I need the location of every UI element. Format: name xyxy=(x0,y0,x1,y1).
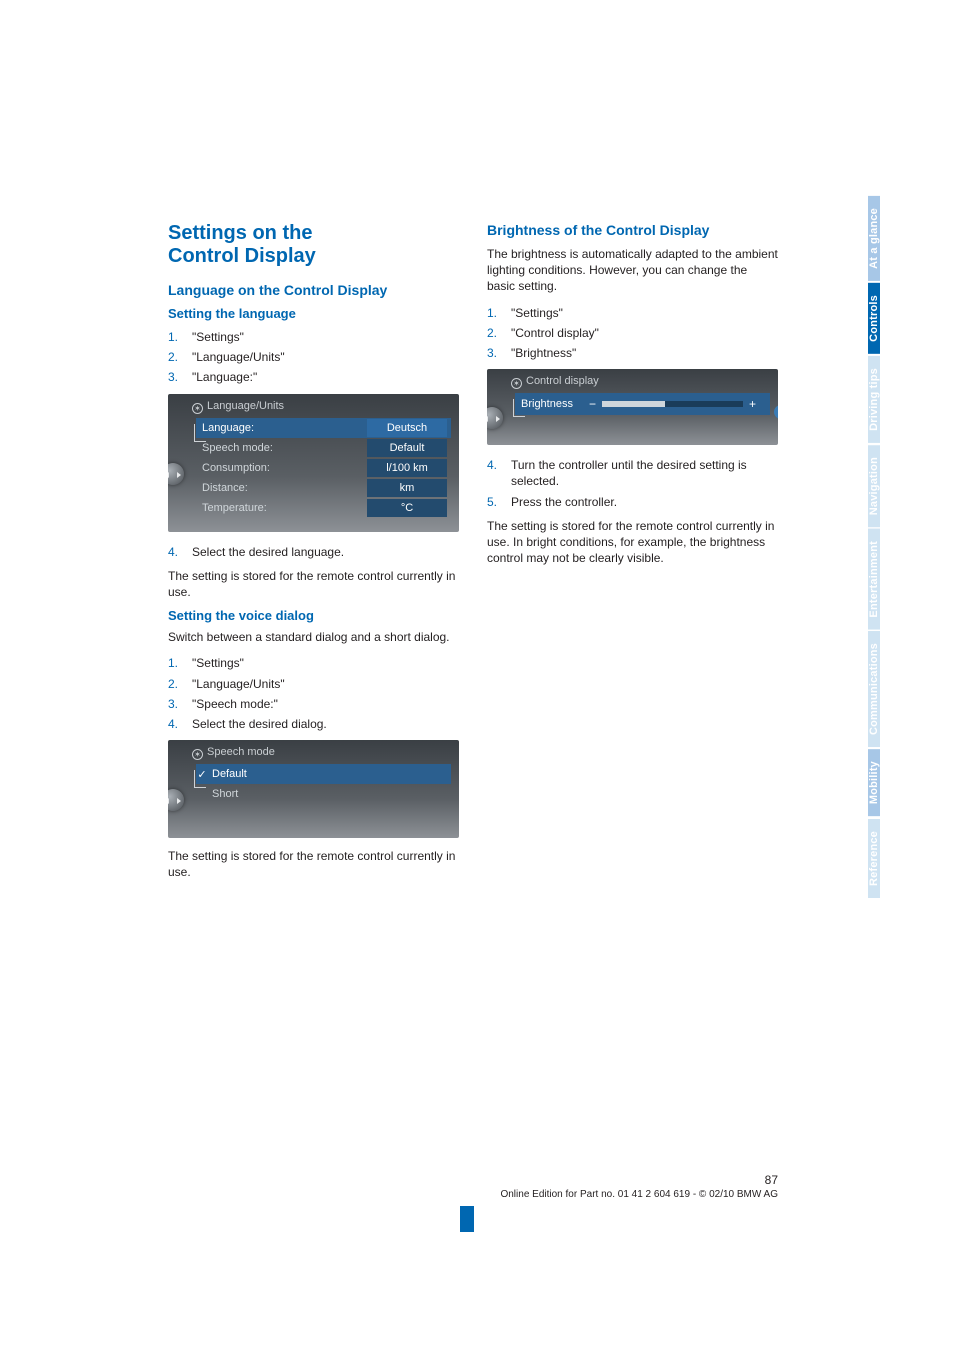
step: 1."Settings" xyxy=(168,653,459,673)
screenshot-title: ✶ Language/Units xyxy=(192,400,451,414)
right-column: Brightness of the Control Display The br… xyxy=(487,222,778,888)
step-text: "Language:" xyxy=(192,370,257,384)
tab-controls[interactable]: Controls xyxy=(868,283,880,354)
step-text: "Language/Units" xyxy=(192,350,285,364)
screenshot-title: ✶ Speech mode xyxy=(192,746,451,760)
footer-accent-bar xyxy=(460,1206,474,1232)
gear-icon: ✶ xyxy=(511,378,522,389)
steps-voice-dialog: 1."Settings" 2."Language/Units" 3."Speec… xyxy=(168,653,459,734)
subheading-brightness: Brightness of the Control Display xyxy=(487,222,778,238)
footer-copyright: Online Edition for Part no. 01 41 2 604 … xyxy=(500,1189,778,1200)
step-text: "Control display" xyxy=(511,326,599,340)
screenshot-speech-mode: ✶ Speech mode ✓Default Short xyxy=(168,740,459,838)
tab-at-a-glance[interactable]: At a glance xyxy=(868,196,880,281)
note-stored-remote: The setting is stored for the remote con… xyxy=(168,568,459,600)
step: 2."Language/Units" xyxy=(168,347,459,367)
screenshot-title: ✶ Control display xyxy=(511,375,770,389)
step-text: "Speech mode:" xyxy=(192,697,278,711)
step-text: Select the desired language. xyxy=(192,545,344,559)
minus-icon: − xyxy=(583,397,602,411)
page-number: 87 xyxy=(168,1173,778,1187)
tab-navigation[interactable]: Navigation xyxy=(868,445,880,527)
tab-communications[interactable]: Communications xyxy=(868,631,880,747)
brightness-label: Brightness xyxy=(521,398,573,410)
menu-row-temperature: Temperature:°C xyxy=(196,498,451,518)
step: 3."Brightness" xyxy=(487,343,778,363)
gear-icon: ✶ xyxy=(192,749,203,760)
menu-row-language: Language:Deutsch xyxy=(196,418,451,438)
note-brightness-stored: The setting is stored for the remote con… xyxy=(487,518,778,567)
step-text: "Settings" xyxy=(511,306,563,320)
step: 5.Press the controller. xyxy=(487,492,778,512)
step: 4.Select the desired language. xyxy=(168,542,459,562)
menu-row-brightness: Brightness − + xyxy=(515,393,770,415)
step-text: "Settings" xyxy=(192,330,244,344)
left-column: Settings on the Control Display Language… xyxy=(168,222,459,888)
menu-row-consumption: Consumption:l/100 km xyxy=(196,458,451,478)
step: 4.Turn the controller until the desired … xyxy=(487,455,778,491)
step-text: Press the controller. xyxy=(511,495,617,509)
screenshot-control-display: OK ✶ Control display Brightness − + xyxy=(487,369,778,445)
page-footer: 87 Online Edition for Part no. 01 41 2 6… xyxy=(168,1173,778,1200)
tab-mobility[interactable]: Mobility xyxy=(868,749,880,816)
tab-driving-tips[interactable]: Driving tips xyxy=(868,356,880,443)
step: 1."Settings" xyxy=(487,303,778,323)
steps-brightness: 1."Settings" 2."Control display" 3."Brig… xyxy=(487,303,778,364)
idrive-controller-icon xyxy=(168,789,184,811)
subheading-setting-language: Setting the language xyxy=(168,306,459,321)
step: 1."Settings" xyxy=(168,327,459,347)
steps-brightness-cont: 4.Turn the controller until the desired … xyxy=(487,455,778,512)
tab-reference[interactable]: Reference xyxy=(868,819,880,898)
step-text: "Brightness" xyxy=(511,346,576,360)
selection-bracket-icon xyxy=(194,770,206,788)
section-heading: Settings on the Control Display xyxy=(168,222,459,268)
ok-badge-icon: OK xyxy=(774,405,778,419)
step: 2."Control display" xyxy=(487,323,778,343)
step-text: Turn the controller until the desired se… xyxy=(511,458,747,488)
plus-icon: + xyxy=(743,397,762,411)
subheading-language: Language on the Control Display xyxy=(168,282,459,298)
subheading-voice-dialog: Setting the voice dialog xyxy=(168,608,459,623)
screenshot-title-text: Language/Units xyxy=(207,400,284,412)
gear-icon: ✶ xyxy=(192,403,203,414)
menu-row-distance: Distance:km xyxy=(196,478,451,498)
idrive-controller-icon xyxy=(168,463,184,485)
step: 3."Speech mode:" xyxy=(168,694,459,714)
step: 3."Language:" xyxy=(168,367,459,387)
tab-entertainment[interactable]: Entertainment xyxy=(868,529,880,630)
heading-line2: Control Display xyxy=(168,245,316,267)
menu-row-default: ✓Default xyxy=(196,764,451,784)
screenshot-title-text: Speech mode xyxy=(207,746,275,758)
steps-setting-language: 1."Settings" 2."Language/Units" 3."Langu… xyxy=(168,327,459,388)
idrive-controller-icon xyxy=(487,407,503,429)
brightness-slider xyxy=(602,401,743,407)
screenshot-title-text: Control display xyxy=(526,375,599,387)
note-stored-remote: The setting is stored for the remote con… xyxy=(168,848,459,880)
step: 2."Language/Units" xyxy=(168,674,459,694)
heading-line1: Settings on the xyxy=(168,222,312,244)
screenshot-language-units: ✶ Language/Units Language:Deutsch Speech … xyxy=(168,394,459,532)
steps-setting-language-cont: 4.Select the desired language. xyxy=(168,542,459,562)
side-tabs: At a glance Controls Driving tips Naviga… xyxy=(868,196,894,900)
menu-row-speech-mode: Speech mode:Default xyxy=(196,438,451,458)
step-text: Select the desired dialog. xyxy=(192,717,327,731)
step-text: "Settings" xyxy=(192,656,244,670)
voice-intro: Switch between a standard dialog and a s… xyxy=(168,629,459,645)
brightness-intro: The brightness is automatically adapted … xyxy=(487,246,778,295)
selection-bracket-icon xyxy=(513,399,525,417)
step: 4.Select the desired dialog. xyxy=(168,714,459,734)
step-text: "Language/Units" xyxy=(192,677,285,691)
menu-row-short: Short xyxy=(196,784,451,804)
selection-bracket-icon xyxy=(194,424,206,442)
